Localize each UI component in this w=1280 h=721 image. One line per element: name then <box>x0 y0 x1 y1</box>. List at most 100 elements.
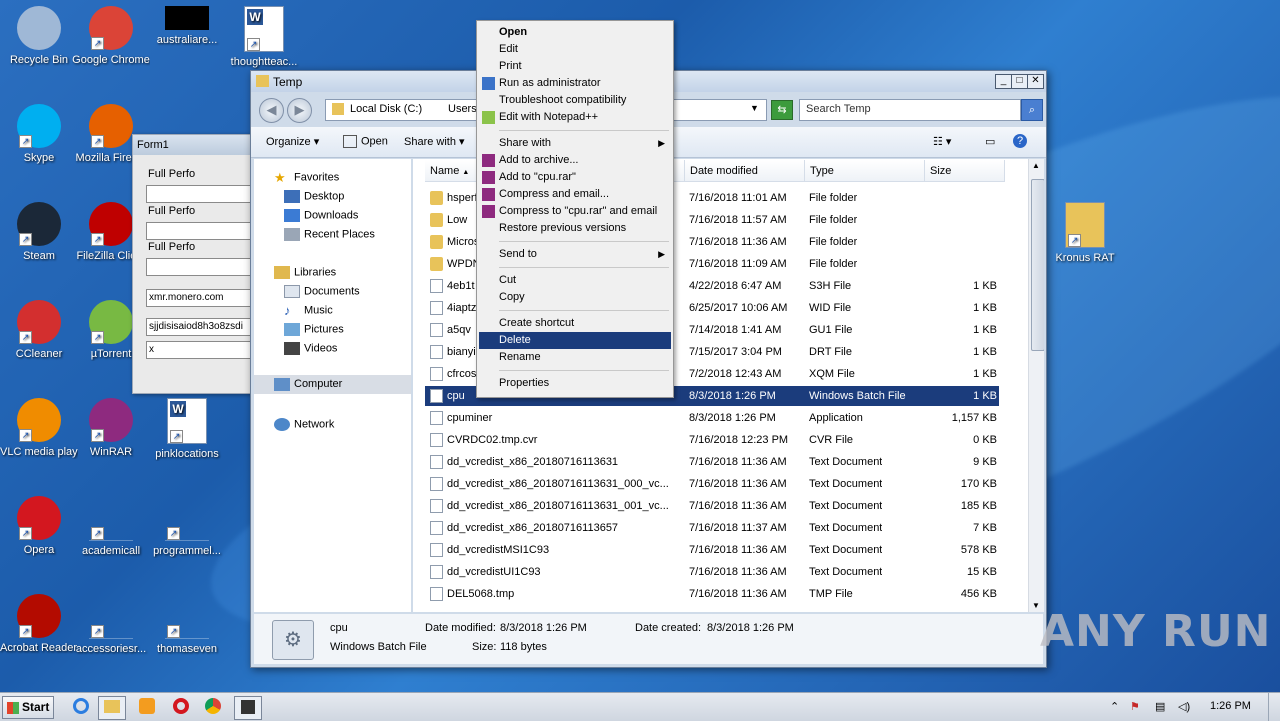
file-row[interactable]: CVRDC02.tmp.cvr 7/16/2018 12:23 PM CVR Fil… <box>425 430 999 450</box>
file-row[interactable]: cpuminer 8/3/2018 1:26 PM Application 1,157… <box>425 408 999 428</box>
chevron-down-icon[interactable]: ▼ <box>750 103 759 113</box>
context-menu-item[interactable]: Troubleshoot compatibility <box>479 92 671 109</box>
file-row[interactable]: dd_vcredist_x86_20180716113631 7/16/2018 … <box>425 452 999 472</box>
file-row[interactable]: dd_vcredistMSI1C93 7/16/2018 11:36 AM Text… <box>425 540 999 560</box>
start-button[interactable]: Start <box>2 696 54 719</box>
opera-taskbar-icon[interactable] <box>168 696 194 718</box>
scroll-down-arrow[interactable]: ▼ <box>1032 601 1040 610</box>
desktop-icon-item[interactable]: ↗ programmel... <box>148 496 226 558</box>
preview-pane-icon[interactable]: ▭ <box>985 135 995 148</box>
show-hidden-icons[interactable]: ⌃ <box>1110 700 1119 713</box>
nav-desktop[interactable]: Desktop <box>284 190 344 203</box>
form1-password-input[interactable]: x <box>146 341 253 359</box>
breadcrumb-users[interactable]: Users <box>448 103 477 115</box>
volume-icon[interactable]: ◁) <box>1178 700 1190 713</box>
context-menu-item[interactable]: Print <box>479 58 671 75</box>
file-row[interactable]: dd_vcredist_x86_20180716113631_000_vc...… <box>425 474 999 494</box>
desktop-icon-item[interactable]: ↗ Kronus RAT <box>1046 202 1124 265</box>
nav-documents[interactable]: Documents <box>284 285 360 298</box>
file-row[interactable]: dd_vcredistUI1C93 7/16/2018 11:36 AM Text … <box>425 562 999 582</box>
desktop-icon-item[interactable]: ↗ Google Chrome <box>72 6 150 67</box>
refresh-button[interactable]: ⇆ <box>771 100 793 120</box>
desktop-icon-item[interactable]: ↗ WinRAR <box>72 398 150 459</box>
media-player-taskbar-icon[interactable] <box>134 696 160 718</box>
desktop-icon-item[interactable]: ↗ Steam <box>0 202 78 263</box>
column-header-size[interactable]: Size <box>925 160 1005 182</box>
context-menu-item[interactable]: Edit with Notepad++ <box>479 109 671 126</box>
nav-music[interactable]: ♪ Music <box>284 304 333 317</box>
form1-input-2[interactable] <box>146 222 253 240</box>
context-menu-item[interactable]: Add to archive... <box>479 152 671 169</box>
show-desktop-button[interactable] <box>1268 693 1280 721</box>
context-menu-item[interactable]: Delete <box>479 332 671 349</box>
context-menu-item[interactable]: Send to ▶ <box>479 246 671 263</box>
nav-favorites[interactable]: ★ Favorites <box>274 171 339 184</box>
context-menu-item[interactable]: Open <box>479 24 671 41</box>
desktop-icon-item[interactable]: ↗ Skype <box>0 104 78 165</box>
share-with-button[interactable]: Share with ▾ <box>404 135 465 148</box>
form1-input-1[interactable] <box>146 185 253 203</box>
search-icon[interactable]: ⌕ <box>1021 99 1043 121</box>
context-menu-item[interactable]: Restore previous versions <box>479 220 671 237</box>
desktop-icon-item[interactable]: W ↗ thoughtteac... <box>225 6 303 69</box>
form1-taskbar-icon[interactable] <box>234 696 262 720</box>
breadcrumb-local-disk[interactable]: Local Disk (C:) <box>350 103 422 115</box>
desktop-icon-item[interactable]: ↗ academicall <box>72 496 150 558</box>
context-menu-item[interactable]: Compress to "cpu.rar" and email <box>479 203 671 220</box>
context-menu-item[interactable]: Run as administrator <box>479 75 671 92</box>
form1-window[interactable]: Form1 Full Perfo Full Perfo Full Perfo x… <box>132 134 254 394</box>
desktop-icon-item[interactable]: Recycle Bin <box>0 6 78 67</box>
nav-libraries[interactable]: Libraries <box>274 266 336 279</box>
desktop-icon-item[interactable]: W ↗ pinklocations <box>148 398 226 461</box>
form1-pool-input[interactable]: xmr.monero.com <box>146 289 253 307</box>
file-row[interactable]: DEL5068.tmp 7/16/2018 11:36 AM TMP File 456… <box>425 584 999 604</box>
context-menu-item[interactable]: Create shortcut <box>479 315 671 332</box>
desktop-icon-item[interactable]: ↗ Opera <box>0 496 78 557</box>
context-menu-item[interactable]: Edit <box>479 41 671 58</box>
nav-computer[interactable]: Computer <box>254 375 411 394</box>
scroll-up-arrow[interactable]: ▲ <box>1032 161 1040 170</box>
network-tray-icon[interactable]: ▤ <box>1155 700 1165 713</box>
scrollbar-thumb[interactable] <box>1031 179 1044 351</box>
clock[interactable]: 1:26 PM <box>1210 700 1251 712</box>
minimize-button[interactable]: _ <box>995 74 1012 89</box>
desktop-icon-item[interactable]: australiare... <box>148 6 226 47</box>
column-header-type[interactable]: Type <box>805 160 925 182</box>
vertical-scrollbar[interactable]: ▲ ▼ <box>1028 159 1044 612</box>
context-menu-item[interactable]: Cut <box>479 272 671 289</box>
back-button[interactable]: ◀ <box>259 98 284 123</box>
maximize-button[interactable]: □ <box>1011 74 1028 89</box>
nav-network[interactable]: Network <box>274 418 334 431</box>
nav-downloads[interactable]: Downloads <box>284 209 358 222</box>
close-button[interactable]: ✕ <box>1027 74 1044 89</box>
context-menu-item[interactable]: Share with ▶ <box>479 135 671 152</box>
context-menu-item[interactable]: Compress and email... <box>479 186 671 203</box>
action-center-icon[interactable]: ⚑ <box>1130 700 1140 713</box>
search-input[interactable]: Search Temp <box>799 99 1021 121</box>
nav-pictures[interactable]: Pictures <box>284 323 344 336</box>
form1-input-3[interactable] <box>146 258 253 276</box>
context-menu-item[interactable]: Copy <box>479 289 671 306</box>
chrome-taskbar-icon[interactable] <box>200 696 226 718</box>
desktop-icon-item[interactable]: ↗ accessoriesr... <box>72 594 150 656</box>
open-button[interactable]: Open <box>343 135 388 148</box>
desktop-icon-item[interactable]: ↗ Acrobat Reader DC <box>0 594 78 655</box>
file-row[interactable]: dd_vcredist_x86_20180716113631_001_vc...… <box>425 496 999 516</box>
explorer-taskbar-icon[interactable] <box>98 696 126 720</box>
desktop-icon-item[interactable]: ↗ thomaseven <box>148 594 226 656</box>
organize-button[interactable]: Organize ▾ <box>266 135 319 148</box>
context-menu-item[interactable]: Rename <box>479 349 671 366</box>
view-options-icon[interactable]: ☷ ▾ <box>933 135 951 148</box>
nav-recent-places[interactable]: Recent Places <box>284 228 375 241</box>
desktop-icon-item[interactable]: ↗ VLC media player <box>0 398 78 459</box>
file-row[interactable]: dd_vcredist_x86_20180716113657 7/16/2018 … <box>425 518 999 538</box>
desktop-icon-item[interactable]: ↗ CCleaner <box>0 300 78 361</box>
nav-videos[interactable]: Videos <box>284 342 337 355</box>
ie-taskbar-icon[interactable] <box>68 696 94 718</box>
column-header-date[interactable]: Date modified <box>685 160 805 182</box>
forward-button[interactable]: ▶ <box>287 98 312 123</box>
context-menu-item[interactable]: Properties <box>479 375 671 392</box>
help-icon[interactable]: ? <box>1013 134 1027 148</box>
context-menu-item[interactable]: Add to "cpu.rar" <box>479 169 671 186</box>
form1-wallet-input[interactable]: sjjdisisaiod8h3o8zsdi <box>146 318 253 336</box>
